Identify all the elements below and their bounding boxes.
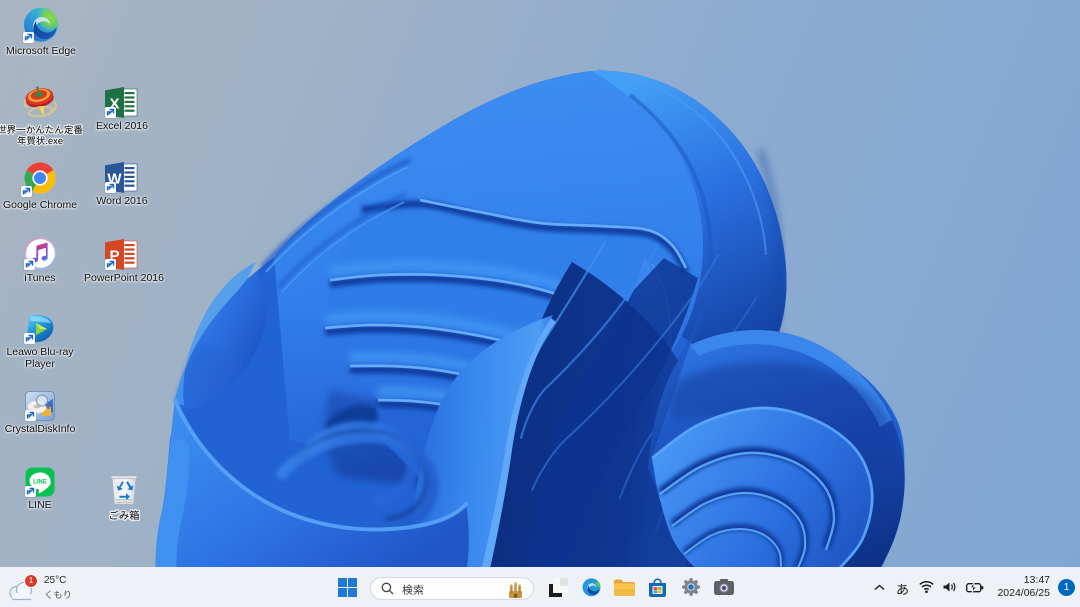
svg-text:LINE: LINE — [33, 480, 47, 486]
